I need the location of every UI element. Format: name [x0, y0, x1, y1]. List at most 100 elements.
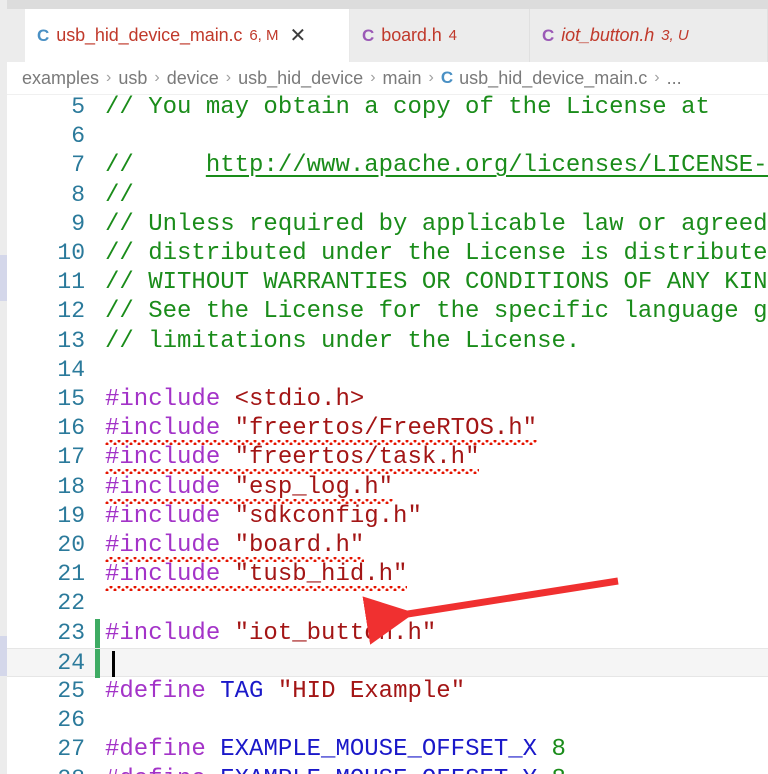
code-line[interactable]: 21 #include "tusb_hid.h"	[7, 560, 768, 592]
code-token: #include	[105, 473, 221, 501]
line-number: 23	[57, 619, 85, 646]
code-line[interactable]: 12 // See the License for the specific la…	[7, 297, 768, 326]
code-editor[interactable]: 5 // You may obtain a copy of the License…	[7, 95, 768, 774]
code-line-text: #include "iot_button.h"	[105, 619, 436, 648]
code-line[interactable]: 19 #include "sdkconfig.h"	[7, 502, 768, 531]
code-line-text: #include <stdio.h>	[105, 385, 364, 414]
breadcrumb-separator: ›	[370, 69, 376, 86]
code-line[interactable]: 7 // http://www.apache.org/licenses/LICEN…	[7, 151, 768, 180]
editor-tab-badge: 4	[448, 27, 457, 44]
overview-ruler-mark	[0, 636, 7, 676]
code-line-text: #include "esp_log.h"	[105, 473, 394, 504]
code-token: EXAMPLE_MOUSE_OFFSET_Y	[220, 766, 537, 774]
code-line[interactable]: 25 #define TAG "HID Example"	[7, 677, 768, 706]
code-token: //	[105, 152, 206, 180]
code-token: 8	[551, 736, 566, 764]
code-line[interactable]: 13 // limitations under the License.	[7, 327, 768, 356]
line-number: 14	[57, 356, 85, 383]
line-number: 18	[57, 473, 85, 500]
code-line[interactable]: 6	[7, 122, 768, 151]
c-header-file-icon: C	[542, 25, 555, 45]
line-number: 9	[71, 210, 85, 237]
c-header-file-icon: C	[362, 25, 375, 45]
code-token: "HID Example"	[277, 678, 466, 705]
breadcrumb-item-examples[interactable]: examples	[22, 68, 99, 89]
editor-tab-iot-button-h[interactable]: Ciot_button.h 3, U	[530, 9, 768, 62]
code-line[interactable]: 11 // WITHOUT WARRANTIES OR CONDITIONS OF…	[7, 268, 768, 297]
editor-tab-badge: 6, M	[249, 27, 279, 44]
breadcrumb-item-usb_hid_device[interactable]: usb_hid_device	[238, 68, 363, 89]
breadcrumb-overflow[interactable]: ...	[667, 68, 682, 89]
line-number: 16	[57, 415, 85, 442]
c-file-icon: C	[37, 25, 50, 45]
code-token: // distributed under the License is dist…	[105, 240, 768, 267]
code-line[interactable]: 14	[7, 356, 768, 385]
code-line[interactable]: 22	[7, 589, 768, 618]
breadcrumb[interactable]: examples › usb › device › usb_hid_device › main ›…	[0, 62, 768, 95]
line-number: 7	[71, 152, 85, 179]
code-line[interactable]: 16 #include "freertos/FreeRTOS.h"	[7, 414, 768, 446]
code-line[interactable]: 10 // distributed under the License is di…	[7, 239, 768, 268]
code-line[interactable]: 9 // Unless required by applicable law or…	[7, 210, 768, 239]
line-number: 17	[57, 444, 85, 471]
code-line[interactable]: 8 //	[7, 181, 768, 210]
code-token: "freertos/FreeRTOS.h"	[234, 415, 538, 443]
code-token: "tusb_hid.h"	[234, 561, 408, 589]
code-line[interactable]: 27 #define EXAMPLE_MOUSE_OFFSET_X 8	[7, 735, 768, 764]
line-number: 19	[57, 502, 85, 529]
code-token: //	[105, 181, 134, 209]
code-line[interactable]: 18 #include "esp_log.h"	[7, 473, 768, 504]
code-line[interactable]: 23 #include "iot_button.h"	[7, 618, 768, 648]
breadcrumb-item-usb[interactable]: usb	[118, 68, 147, 89]
breadcrumb-item-file[interactable]: usb_hid_device_main.c	[459, 68, 647, 89]
code-line[interactable]: 24	[7, 647, 768, 678]
code-token: #include	[105, 619, 221, 647]
error-squiggle: #include "board.h"	[105, 531, 365, 562]
close-icon[interactable]: ✕	[290, 26, 307, 46]
code-link[interactable]: http://www.apache.org/licenses/LICENSE-2…	[206, 152, 768, 179]
code-line-text: // Unless required by applicable law or …	[105, 210, 768, 239]
code-token: "esp_log.h"	[234, 473, 394, 501]
code-line-text: #include "board.h"	[105, 531, 365, 562]
line-number: 8	[71, 181, 85, 208]
code-token: // You may obtain a copy of the License …	[105, 95, 710, 121]
code-token: #define	[105, 678, 206, 705]
code-line-text: // http://www.apache.org/licenses/LICENS…	[105, 151, 768, 180]
editor-tab-board-h[interactable]: Cboard.h 4	[350, 9, 530, 62]
code-line-text: // limitations under the License.	[105, 327, 580, 356]
code-line[interactable]: 17 #include "freertos/task.h"	[7, 443, 768, 475]
code-line[interactable]: 20 #include "board.h"	[7, 531, 768, 562]
code-token: EXAMPLE_MOUSE_OFFSET_X	[220, 736, 538, 764]
breadcrumb-separator: ›	[106, 69, 112, 86]
code-token: // WITHOUT WARRANTIES OR CONDITIONS OF A…	[105, 269, 768, 297]
line-number: 12	[57, 298, 85, 325]
sidebar-edge-strip[interactable]	[0, 0, 7, 774]
breadcrumb-item-main[interactable]: main	[383, 68, 422, 89]
line-number: 26	[57, 707, 85, 734]
code-token: 8	[552, 766, 566, 774]
code-line[interactable]: 26	[7, 706, 768, 735]
code-line[interactable]: 15 #include <stdio.h>	[7, 385, 768, 414]
code-token: "freertos/task.h"	[234, 444, 480, 472]
breadcrumb-separator: ›	[154, 69, 160, 86]
editor-tab-label: usb_hid_device_main.c	[56, 25, 243, 45]
code-line[interactable]: 28 #define EXAMPLE_MOUSE_OFFSET_Y 8	[7, 765, 768, 774]
editor-tab-usb-hid-device-main-c[interactable]: Cusb_hid_device_main.c 6, M ✕	[25, 9, 350, 62]
breadcrumb-separator: ›	[225, 69, 232, 86]
code-token: #define	[105, 736, 206, 764]
breadcrumb-item-device[interactable]: device	[167, 68, 219, 89]
line-number: 10	[57, 240, 85, 266]
editor-tab-label: board.h	[381, 25, 442, 45]
line-number: 15	[57, 386, 85, 412]
code-token: #include	[105, 532, 221, 559]
code-token: #define	[105, 766, 206, 774]
code-token: #include	[105, 386, 221, 413]
code-line[interactable]: 5 // You may obtain a copy of the License…	[7, 95, 768, 122]
git-change-gutter-marker	[95, 648, 100, 678]
